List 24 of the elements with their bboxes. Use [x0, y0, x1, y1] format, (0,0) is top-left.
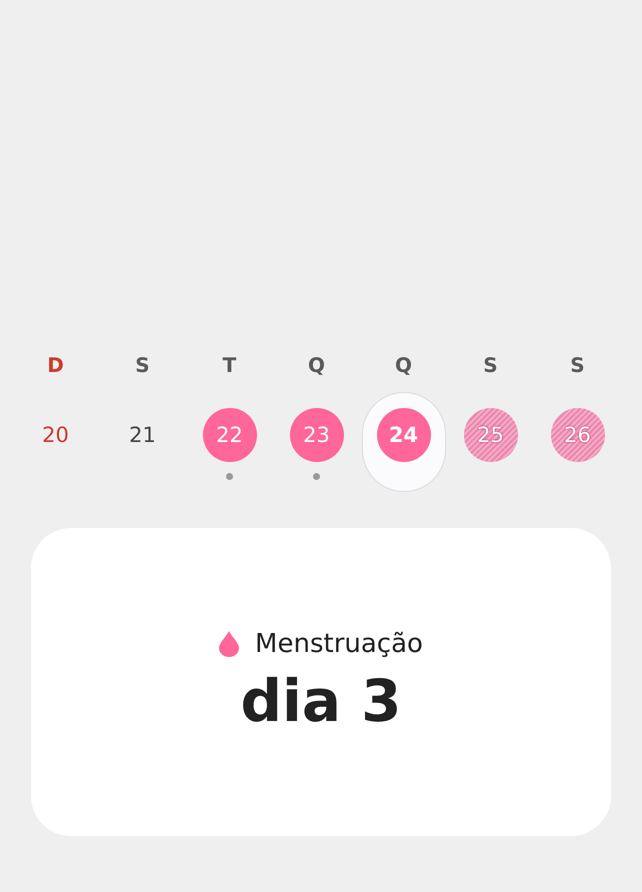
day-number: 24	[376, 408, 430, 462]
calendar-day[interactable]: 23	[274, 392, 358, 492]
calendar-day[interactable]: 20	[14, 392, 98, 492]
day-number: 22	[202, 408, 256, 462]
day-number: 25	[464, 408, 518, 462]
cycle-label: Menstruação	[255, 629, 423, 659]
calendar-day[interactable]: 26	[536, 392, 620, 492]
cycle-day: dia 3	[240, 667, 402, 735]
day-number: 23	[290, 408, 344, 462]
weekday-label: T	[222, 352, 238, 379]
weekday-label: Q	[306, 352, 326, 379]
day-number: 21	[128, 422, 157, 449]
weekday-label: S	[134, 352, 151, 379]
weekday-label: S	[569, 352, 586, 379]
calendar-day[interactable]: 25	[448, 392, 532, 492]
calendar-day[interactable]: 21	[100, 392, 184, 492]
drop-icon	[219, 631, 240, 657]
calendar-day[interactable]: 24	[362, 392, 446, 492]
weekday-label: Q	[394, 352, 413, 379]
day-number: 20	[41, 422, 70, 449]
weekday-label: S	[482, 352, 499, 379]
calendar-day[interactable]: 22	[188, 392, 272, 492]
weekday-label: D	[46, 352, 65, 379]
day-number: 26	[550, 408, 604, 462]
